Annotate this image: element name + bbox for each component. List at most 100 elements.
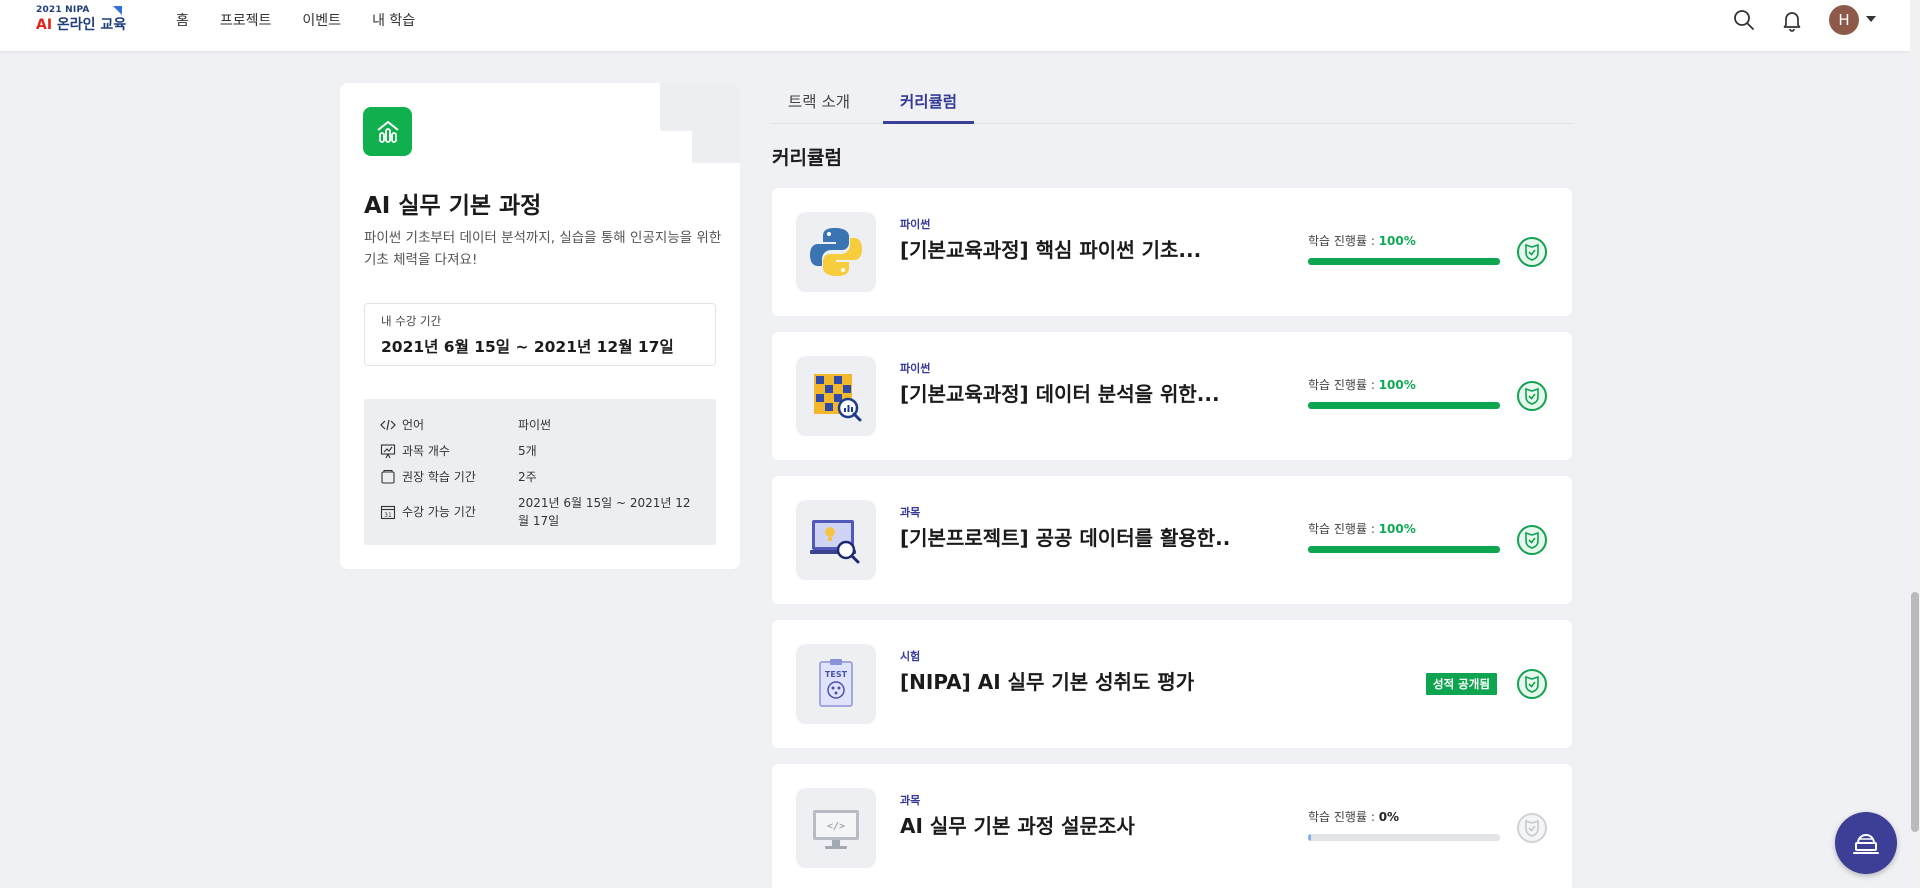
course-title[interactable]: [기본교육과정] 데이터 분석을 위한... xyxy=(900,378,1220,407)
active-tab-indicator xyxy=(883,121,974,124)
completion-badge-icon xyxy=(1517,669,1547,699)
progress-value: 0% xyxy=(1378,810,1400,824)
course-title[interactable]: [기본교육과정] 핵심 파이썬 기초... xyxy=(900,234,1201,263)
svg-text:31: 31 xyxy=(384,512,392,519)
progress-label: 학습 진행률 : 100% xyxy=(1308,376,1416,393)
data-analysis-icon xyxy=(814,374,862,422)
info-key: 수강 가능 기간 xyxy=(402,505,476,519)
course-card[interactable]: 파이썬 [기본교육과정] 핵심 파이썬 기초... 학습 진행률 : 100% xyxy=(772,188,1572,316)
info-row-course-count: 과목 개수 5개 xyxy=(380,442,700,460)
incomplete-badge-icon xyxy=(1517,813,1547,843)
progress-value: 100% xyxy=(1378,234,1416,248)
info-value: 2주 xyxy=(517,470,537,484)
completion-badge-icon xyxy=(1517,525,1547,555)
nav-home[interactable]: 홈 xyxy=(176,10,189,30)
course-thumbnail xyxy=(796,212,876,292)
progress-label-text: 학습 진행률 : xyxy=(1308,378,1379,392)
tab-track-intro[interactable]: 트랙 소개 xyxy=(788,90,850,112)
nav-project[interactable]: 프로젝트 xyxy=(220,10,272,30)
course-category: 파이썬 xyxy=(900,218,931,231)
progress-fill xyxy=(1308,546,1500,553)
period-label: 내 수강 기간 xyxy=(381,314,442,328)
progress-value: 100% xyxy=(1378,378,1416,392)
info-value: 2021년 6월 15일 ~ 2021년 12월 17일 xyxy=(517,496,691,528)
nipa-logo[interactable]: 2021 NIPA AI 온라인 교육 xyxy=(36,5,126,37)
progress-fill xyxy=(1308,258,1500,265)
grade-released-tag: 성적 공개됨 xyxy=(1426,673,1497,695)
logo-title: AI 온라인 교육 xyxy=(36,16,126,34)
card-decoration xyxy=(660,83,740,163)
progress-label: 학습 진행률 : 100% xyxy=(1308,520,1416,537)
progress-bar xyxy=(1308,402,1500,409)
course-title[interactable]: AI 실무 기본 과정 설문조사 xyxy=(900,810,1135,839)
monitor-code-icon: </> xyxy=(813,810,859,849)
period-value: 2021년 6월 15일 ~ 2021년 12월 17일 xyxy=(381,338,674,356)
course-category: 시험 xyxy=(900,650,921,663)
tab-curriculum[interactable]: 커리큘럼 xyxy=(900,90,957,112)
enrollment-period: 내 수강 기간 2021년 6월 15일 ~ 2021년 12월 17일 xyxy=(364,303,716,366)
progress-fill xyxy=(1308,834,1311,841)
completion-badge-icon xyxy=(1517,381,1547,411)
progress-label: 학습 진행률 : 0% xyxy=(1308,808,1399,825)
info-row-available-period: 31 수강 가능 기간 2021년 6월 15일 ~ 2021년 12월 17일 xyxy=(380,494,700,530)
track-tabs: 트랙 소개 커리큘럼 xyxy=(772,84,1572,124)
course-thumbnail xyxy=(796,500,876,580)
progress-bar xyxy=(1308,258,1500,265)
info-row-study-period: 권장 학습 기간 2주 xyxy=(380,468,700,486)
presentation-icon xyxy=(380,444,396,459)
progress-label-text: 학습 진행률 : xyxy=(1308,810,1379,824)
code-icon xyxy=(380,419,396,431)
course-card[interactable]: TEST 시험 [NIPA] AI 실무 기본 성취도 평가 성적 공개됨 xyxy=(772,620,1572,748)
progress-bar xyxy=(1308,546,1500,553)
info-key: 과목 개수 xyxy=(402,444,450,458)
course-thumbnail xyxy=(796,356,876,436)
svg-text:TEST: TEST xyxy=(825,670,848,679)
logo-text: 온라인 교육 xyxy=(56,17,127,33)
book-icon xyxy=(381,469,395,484)
course-title[interactable]: [NIPA] AI 실무 기본 성취도 평가 xyxy=(900,666,1194,695)
track-details: 언어 파이썬 과목 개수 5개 권장 학습 기간 2주 31 수강 가능 기간 … xyxy=(364,399,716,545)
course-card[interactable]: 파이썬 [기본교육과정] 데이터 분석을 위한... 학습 진행률 : 100% xyxy=(772,332,1572,460)
nav-my-learning[interactable]: 내 학습 xyxy=(372,10,415,30)
track-info-card: AI 실무 기본 과정 파이썬 기초부터 데이터 분석까지, 실습을 통해 인공… xyxy=(340,83,740,569)
course-category: 과목 xyxy=(900,506,921,519)
progress-fill xyxy=(1308,402,1500,409)
floating-help-button[interactable] xyxy=(1835,812,1897,874)
course-card[interactable]: </> 과목 AI 실무 기본 과정 설문조사 학습 진행률 : 0% xyxy=(772,764,1572,888)
track-title: AI 실무 기본 과정 xyxy=(364,193,542,219)
section-title: 커리큘럼 xyxy=(772,147,842,169)
progress-value: 100% xyxy=(1378,522,1416,536)
track-description: 파이썬 기초부터 데이터 분석까지, 실습을 통해 인공지능을 위한 기초 체력… xyxy=(364,230,722,268)
course-category: 과목 xyxy=(900,794,921,807)
calendar-icon: 31 xyxy=(380,505,396,520)
course-thumbnail: TEST xyxy=(796,644,876,724)
track-chart-icon xyxy=(363,107,412,156)
svg-text:</>: </> xyxy=(827,821,845,832)
course-category: 파이썬 xyxy=(900,362,931,375)
nav-event[interactable]: 이벤트 xyxy=(302,10,341,30)
monitor-search-icon xyxy=(810,520,860,564)
main-nav: 홈 프로젝트 이벤트 내 학습 xyxy=(176,10,446,30)
search-icon[interactable] xyxy=(1732,8,1756,32)
course-title[interactable]: [기본프로젝트] 공공 데이터를 활용한... xyxy=(900,522,1230,551)
logo-year: 2021 NIPA xyxy=(36,5,90,15)
completion-badge-icon xyxy=(1517,237,1547,267)
logo-ai: AI xyxy=(36,17,53,33)
scrollbar-thumb[interactable] xyxy=(1911,592,1919,832)
chevron-down-icon[interactable] xyxy=(1866,16,1876,22)
progress-label-text: 학습 진행률 : xyxy=(1308,522,1379,536)
bell-icon[interactable] xyxy=(1780,8,1804,32)
top-header: 2021 NIPA AI 온라인 교육 홈 프로젝트 이벤트 내 학습 H xyxy=(0,0,1910,51)
info-row-language: 언어 파이썬 xyxy=(380,416,700,434)
progress-label: 학습 진행률 : 100% xyxy=(1308,232,1416,249)
course-thumbnail: </> xyxy=(796,788,876,868)
info-key: 권장 학습 기간 xyxy=(402,470,476,484)
progress-label-text: 학습 진행률 : xyxy=(1308,234,1379,248)
python-logo-icon xyxy=(810,228,862,276)
support-icon xyxy=(1853,834,1879,854)
logo-flag-icon xyxy=(113,6,122,15)
avatar[interactable]: H xyxy=(1829,5,1859,35)
info-value: 파이썬 xyxy=(517,418,552,432)
info-key: 언어 xyxy=(402,418,425,432)
course-card[interactable]: 과목 [기본프로젝트] 공공 데이터를 활용한... 학습 진행률 : 100% xyxy=(772,476,1572,604)
